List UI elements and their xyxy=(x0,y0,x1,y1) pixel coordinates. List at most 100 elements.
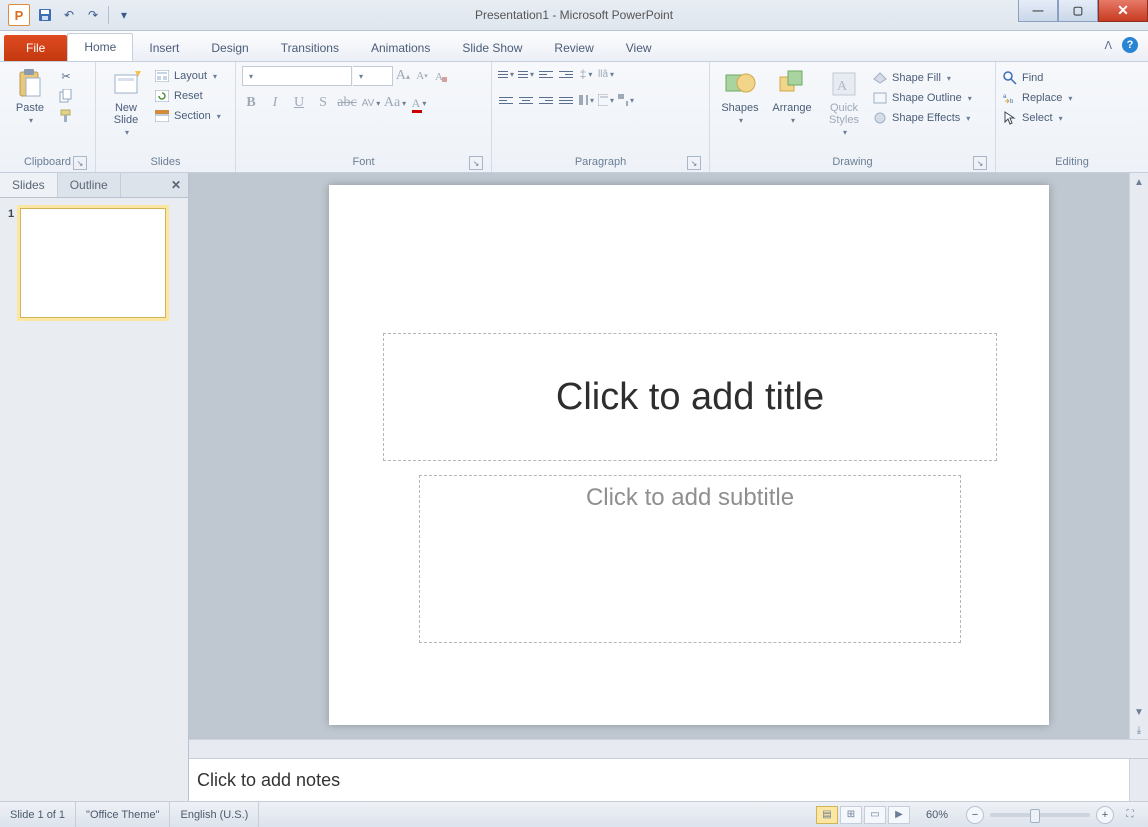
zoom-in-button[interactable]: + xyxy=(1096,806,1114,824)
view-reading-icon[interactable]: ▭ xyxy=(864,806,886,824)
copy-icon xyxy=(58,88,74,104)
align-center-icon[interactable] xyxy=(518,92,534,108)
align-text-icon[interactable] xyxy=(598,92,614,108)
zoom-thumb[interactable] xyxy=(1030,809,1040,823)
align-left-icon[interactable] xyxy=(498,92,514,108)
shape-outline-label: Shape Outline xyxy=(892,92,962,104)
decrease-indent-icon[interactable] xyxy=(538,66,554,82)
tab-slideshow[interactable]: Slide Show xyxy=(446,35,538,61)
app-icon[interactable]: P xyxy=(8,4,30,26)
zoom-track[interactable] xyxy=(990,813,1090,817)
status-slide-count[interactable]: Slide 1 of 1 xyxy=(0,802,76,827)
clear-formatting-icon[interactable]: A xyxy=(432,67,450,85)
grow-font-icon[interactable]: A▴ xyxy=(394,67,412,85)
numbering-icon[interactable] xyxy=(518,66,534,82)
shapes-button[interactable]: Shapes xyxy=(716,66,764,126)
status-language[interactable]: English (U.S.) xyxy=(170,802,259,827)
strikethrough-icon[interactable]: abc xyxy=(338,94,356,112)
columns-icon[interactable] xyxy=(578,92,594,108)
paragraph-launcher[interactable]: ↘ xyxy=(687,156,701,170)
help-icon[interactable]: ? xyxy=(1122,37,1138,53)
shape-outline-button[interactable]: Shape Outline xyxy=(872,90,972,106)
smartart-icon[interactable] xyxy=(618,92,634,108)
side-panel-close-icon[interactable]: ✕ xyxy=(164,173,188,197)
replace-button[interactable]: abReplace xyxy=(1002,90,1072,106)
tab-transitions[interactable]: Transitions xyxy=(265,35,355,61)
slide-canvas[interactable]: Click to add title Click to add subtitle xyxy=(189,173,1129,739)
tab-insert[interactable]: Insert xyxy=(133,35,195,61)
change-case-icon[interactable]: Aa xyxy=(386,94,404,112)
view-sorter-icon[interactable]: ⊞ xyxy=(840,806,862,824)
underline-icon[interactable]: U xyxy=(290,94,308,112)
slide-thumb-1[interactable]: 1 xyxy=(8,208,180,318)
shadow-icon[interactable]: S xyxy=(314,94,332,112)
bullets-icon[interactable] xyxy=(498,66,514,82)
qat-customize-icon[interactable]: ▾ xyxy=(115,6,133,24)
format-painter-button[interactable] xyxy=(58,108,74,124)
find-button[interactable]: Find xyxy=(1002,70,1072,86)
section-button[interactable]: Section xyxy=(154,108,221,124)
side-tab-slides[interactable]: Slides xyxy=(0,173,58,197)
increase-indent-icon[interactable] xyxy=(558,66,574,82)
notes-pane[interactable]: Click to add notes xyxy=(189,758,1148,801)
char-spacing-icon[interactable]: AV xyxy=(362,94,380,112)
quick-styles-button[interactable]: A Quick Styles xyxy=(820,66,868,138)
tab-home[interactable]: Home xyxy=(67,33,133,61)
horizontal-scrollbar[interactable] xyxy=(189,739,1148,758)
zoom-level[interactable]: 60% xyxy=(916,802,958,827)
side-tab-outline[interactable]: Outline xyxy=(58,173,121,197)
align-right-icon[interactable] xyxy=(538,92,554,108)
shape-effects-button[interactable]: Shape Effects xyxy=(872,110,972,126)
arrange-button[interactable]: Arrange xyxy=(768,66,816,126)
copy-button[interactable] xyxy=(58,88,74,104)
title-placeholder[interactable]: Click to add title xyxy=(383,333,997,461)
font-family-combo[interactable] xyxy=(242,66,352,86)
scroll-up-icon[interactable]: ▲ xyxy=(1130,173,1148,191)
zoom-out-button[interactable]: − xyxy=(966,806,984,824)
drawing-launcher[interactable]: ↘ xyxy=(973,156,987,170)
layout-button[interactable]: Layout xyxy=(154,68,221,84)
redo-icon[interactable]: ↷ xyxy=(84,6,102,24)
tab-design[interactable]: Design xyxy=(195,35,264,61)
scroll-down-icon[interactable]: ▼ xyxy=(1130,703,1148,721)
notes-scrollbar[interactable] xyxy=(1129,759,1148,801)
vertical-scrollbar[interactable]: ▲ ▼ ⤓ xyxy=(1129,173,1148,739)
save-icon[interactable] xyxy=(36,6,54,24)
next-slide-icon[interactable]: ⤓ xyxy=(1130,721,1148,739)
shape-fill-button[interactable]: Shape Fill xyxy=(872,70,972,86)
reset-button[interactable]: Reset xyxy=(154,88,221,104)
view-normal-icon[interactable]: ▤ xyxy=(816,806,838,824)
minimize-button[interactable]: — xyxy=(1018,0,1058,22)
minimize-ribbon-icon[interactable]: ᐱ xyxy=(1104,39,1112,52)
font-color-icon[interactable]: A xyxy=(410,94,428,112)
fit-to-window-icon[interactable]: ⛶ xyxy=(1120,807,1140,823)
paste-button[interactable]: Paste xyxy=(6,66,54,126)
font-size-combo[interactable] xyxy=(353,66,393,86)
select-button[interactable]: Select xyxy=(1002,110,1072,126)
reset-label: Reset xyxy=(174,90,203,102)
new-slide-button[interactable]: New Slide xyxy=(102,66,150,138)
close-button[interactable]: ✕ xyxy=(1098,0,1148,22)
tab-file[interactable]: File xyxy=(4,35,67,61)
italic-icon[interactable]: I xyxy=(266,94,284,112)
text-direction-icon[interactable]: llâ xyxy=(598,66,614,82)
maximize-button[interactable]: ▢ xyxy=(1058,0,1098,22)
tab-review[interactable]: Review xyxy=(538,35,609,61)
tab-animations[interactable]: Animations xyxy=(355,35,446,61)
bold-icon[interactable]: B xyxy=(242,94,260,112)
view-slideshow-icon[interactable]: ▶ xyxy=(888,806,910,824)
subtitle-placeholder[interactable]: Click to add subtitle xyxy=(419,475,961,643)
line-spacing-icon[interactable]: ‡ xyxy=(578,66,594,82)
tab-view[interactable]: View xyxy=(610,35,668,61)
status-theme[interactable]: "Office Theme" xyxy=(76,802,170,827)
clipboard-launcher[interactable]: ↘ xyxy=(73,156,87,170)
window-title: Presentation1 - Microsoft PowerPoint xyxy=(0,8,1148,22)
find-label: Find xyxy=(1022,72,1043,84)
qat-separator xyxy=(108,6,109,24)
justify-icon[interactable] xyxy=(558,92,574,108)
title-bar: P ↶ ↷ ▾ Presentation1 - Microsoft PowerP… xyxy=(0,0,1148,31)
cut-button[interactable]: ✂ xyxy=(58,68,74,84)
shrink-font-icon[interactable]: A▾ xyxy=(413,67,431,85)
font-launcher[interactable]: ↘ xyxy=(469,156,483,170)
undo-icon[interactable]: ↶ xyxy=(60,6,78,24)
